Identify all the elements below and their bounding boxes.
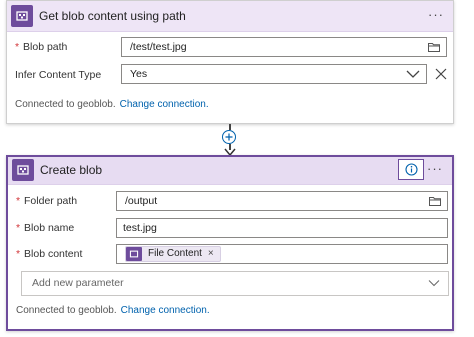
step-card-get-blob-content[interactable]: Get blob content using path ··· * Blob p… [6,0,454,124]
folder-icon[interactable] [428,194,442,208]
blob-connector-icon [126,247,142,261]
blob-connector-icon [11,5,33,27]
connection-status: Connected to geoblob. Change connection. [15,99,209,110]
field-label-infer-content-type: Infer Content Type [15,69,102,81]
add-parameter-placeholder: Add new parameter [32,277,124,289]
token-remove-icon[interactable]: × [208,245,214,263]
field-label-blob-path: * Blob path [15,41,68,53]
step-title: Get blob content using path [39,9,186,23]
chevron-down-icon [428,280,440,287]
more-icon[interactable]: ··· [426,162,444,179]
field-label-blob-name: * Blob name [16,222,75,234]
blob-content-input[interactable]: File Content × [116,244,448,264]
infer-content-type-select[interactable]: Yes [121,64,427,84]
connection-status: Connected to geoblob. Change connection. [16,305,210,316]
step-header[interactable]: Create blob ··· [8,157,452,185]
info-icon[interactable] [398,159,424,180]
add-step-icon[interactable] [222,130,236,144]
token-label: File Content [148,248,202,259]
blob-name-input[interactable]: test.jpg [116,218,448,238]
step-header[interactable]: Get blob content using path ··· [7,1,453,32]
field-label-folder-path: * Folder path [16,195,78,207]
change-connection-link[interactable]: Change connection. [120,99,209,110]
blob-connector-icon [12,159,34,181]
connection-text: Connected to geoblob. [15,99,116,110]
chevron-down-icon [406,70,420,78]
change-connection-link[interactable]: Change connection. [121,305,210,316]
clear-icon[interactable] [434,67,448,81]
folder-icon[interactable] [427,40,441,54]
dynamic-content-token[interactable]: File Content × [125,246,221,262]
add-new-parameter-dropdown[interactable]: Add new parameter [21,271,449,296]
blob-path-input[interactable]: /test/test.jpg [121,37,447,57]
field-label-blob-content: * Blob content [16,248,83,260]
step-card-create-blob[interactable]: Create blob ··· * Folder path /output * … [6,155,454,331]
folder-path-input[interactable]: /output [116,191,448,211]
connection-text: Connected to geoblob. [16,305,117,316]
step-title: Create blob [40,163,103,177]
more-icon[interactable]: ··· [427,8,445,25]
